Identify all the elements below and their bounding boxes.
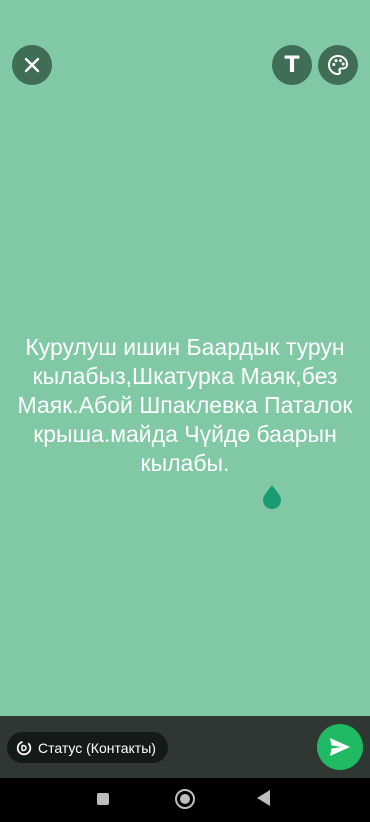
status-audience-label: Статус (Контакты) xyxy=(38,739,156,756)
text-cursor-handle-icon[interactable] xyxy=(262,485,282,509)
text-tool-button[interactable]: T xyxy=(272,45,312,85)
bottom-bar: Статус (Контакты) xyxy=(0,716,370,778)
status-audience-chip[interactable]: Статус (Контакты) xyxy=(7,732,168,763)
text-tool-label: T xyxy=(284,52,300,78)
send-button[interactable] xyxy=(317,724,363,770)
privacy-icon xyxy=(16,740,32,755)
color-palette-button[interactable] xyxy=(318,45,358,85)
close-icon xyxy=(24,57,40,73)
close-button[interactable] xyxy=(12,45,52,85)
system-navigation-bar xyxy=(0,778,370,822)
status-text-input[interactable]: Курулуш ишин Баардык турун кылабыз,Шкату… xyxy=(16,333,354,478)
home-icon[interactable] xyxy=(175,789,195,809)
recents-icon[interactable] xyxy=(97,793,109,805)
send-icon xyxy=(330,738,350,756)
back-icon[interactable] xyxy=(257,790,270,806)
palette-icon xyxy=(327,54,349,76)
status-compose-canvas[interactable]: T Курулуш ишин Баардык турун кылабыз,Шка… xyxy=(0,0,370,716)
